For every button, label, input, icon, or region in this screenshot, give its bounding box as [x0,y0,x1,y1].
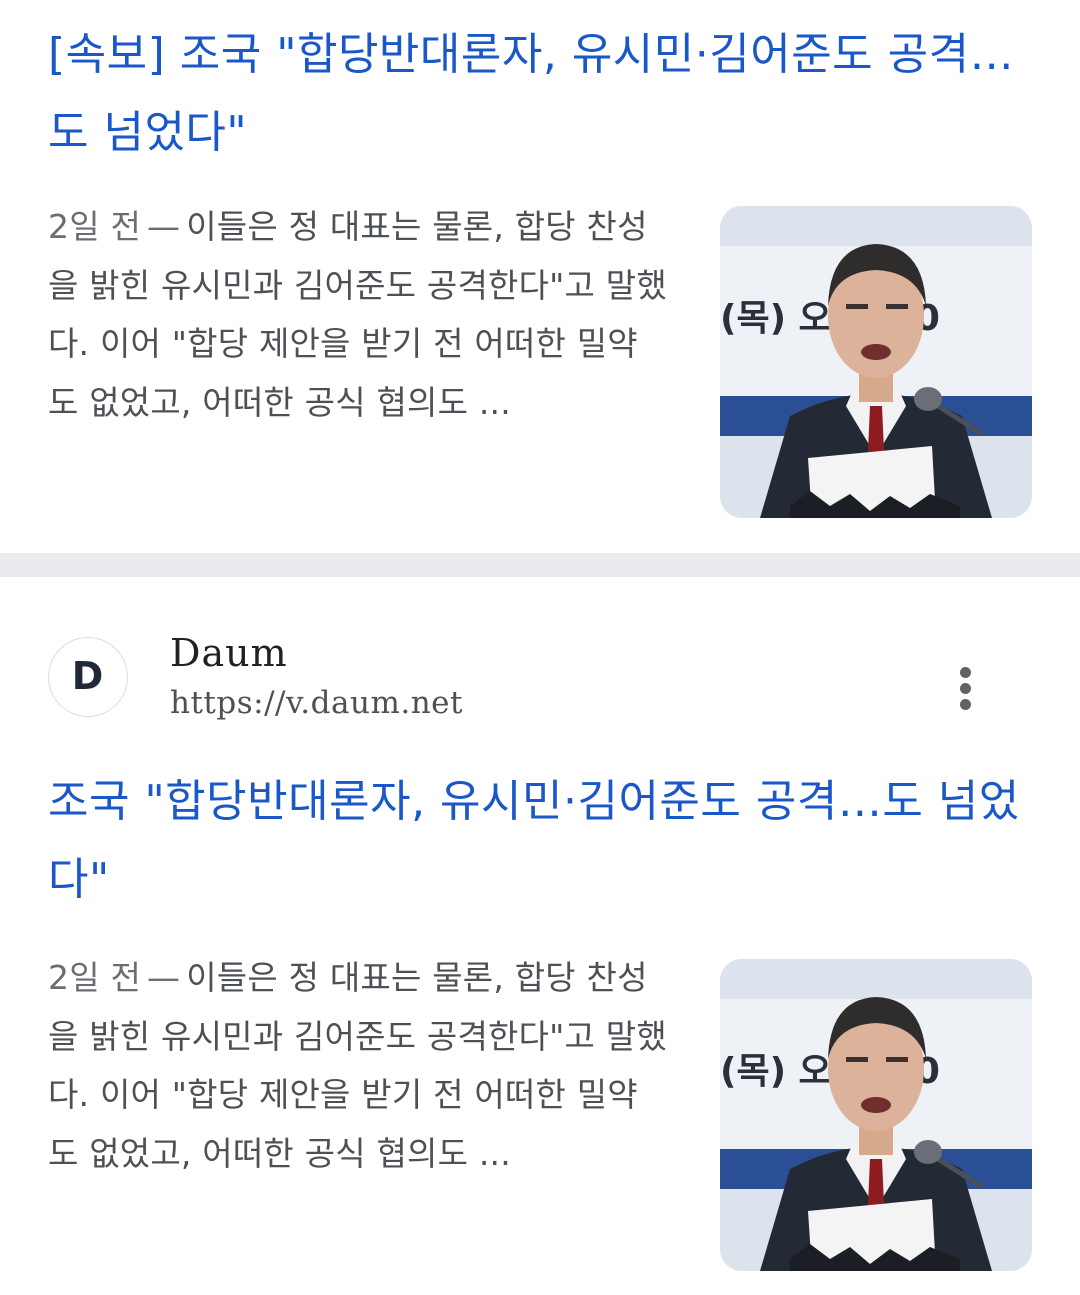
more-dot [960,683,971,694]
press-conference-photo: (목) 오 시 30 [720,959,1032,1271]
result-title-link[interactable]: 조국 "합당반대론자, 유시민·김어준도 공격…도 넘었다" [48,763,1038,919]
snippet-separator: — [147,207,181,246]
more-dot [960,699,971,710]
source-url: https://v.daum.net [170,685,463,721]
daum-logo-icon: D [48,637,128,717]
result-card[interactable]: D Daum https://v.daum.net 조국 "합당반대론자, 유시… [0,577,1080,1295]
snippet-separator: — [147,958,181,997]
result-divider [0,553,1080,577]
result-age: 2일 전 [48,207,142,246]
favicon-letter: D [71,654,104,698]
more-dot [960,667,971,678]
result-title-link[interactable]: [속보] 조국 "합당반대론자, 유시민·김어준도 공격…도 넘었다" [48,16,1038,172]
press-conference-photo: (목) 오 시 30 [720,206,1032,518]
source-name: Daum [170,631,288,675]
result-age: 2일 전 [48,958,142,997]
result-card[interactable]: [속보] 조국 "합당반대론자, 유시민·김어준도 공격…도 넘었다" 2일 전… [0,0,1080,553]
result-snippet: 2일 전 — 이들은 정 대표는 물론, 합당 찬성을 밝힌 유시민과 김어준도 공… [48,198,668,432]
result-thumbnail[interactable]: (목) 오 시 30 [720,206,1032,518]
more-vert-icon[interactable] [940,657,992,717]
source-row[interactable]: D Daum https://v.daum.net [48,631,1048,727]
result-thumbnail[interactable]: (목) 오 시 30 [720,959,1032,1271]
result-snippet: 2일 전 — 이들은 정 대표는 물론, 합당 찬성을 밝힌 유시민과 김어준도 공… [48,949,668,1183]
